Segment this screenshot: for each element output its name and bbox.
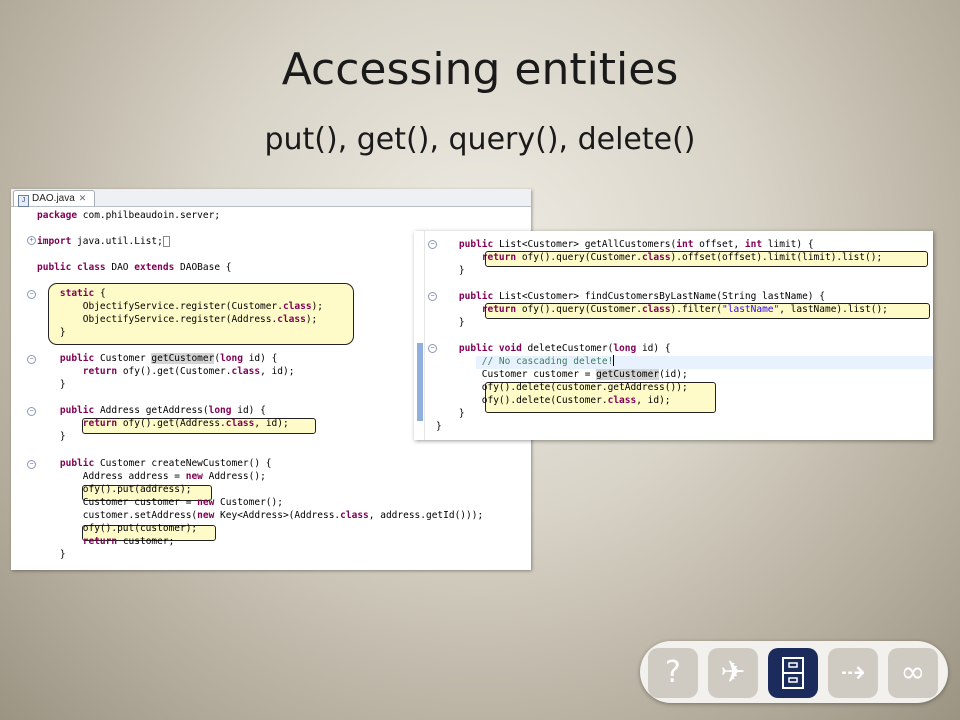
fold-marker-get-address[interactable]: − — [27, 407, 36, 416]
plane-icon: ✈ — [720, 655, 746, 690]
fold-marker-create-customer[interactable]: − — [27, 460, 36, 469]
code-line: customer.setAddress(new Key<Address>(Add… — [37, 510, 484, 521]
code-line: ofy().delete(customer.getAddress()); — [436, 382, 688, 393]
code-line: ofy().put(customer); — [37, 523, 198, 534]
code-line: } — [37, 431, 66, 442]
code-line: public class DAO extends DAOBase { — [37, 262, 232, 273]
code-editor-secondary: − − − public List<Customer> getAllCustom… — [414, 231, 933, 440]
code-line: Customer customer = getCustomer(id); — [436, 369, 688, 380]
slide-subtitle: put(), get(), query(), delete() — [264, 122, 696, 157]
code-line: ofy().delete(Customer.class, id); — [436, 395, 671, 406]
file-cabinet-icon — [782, 657, 804, 689]
code-line: // No cascading delete! — [481, 355, 615, 367]
code-line: } — [436, 408, 465, 419]
text-cursor — [613, 355, 615, 366]
slide-title: Accessing entities — [281, 44, 679, 95]
glasses-button[interactable]: ∞ — [888, 648, 938, 698]
code-line: public void deleteCustomer(long id) { — [458, 343, 671, 354]
code-line: } — [436, 265, 465, 276]
tab-label: DAO.java — [32, 193, 75, 204]
code-line: return ofy().get(Customer.class, id); — [82, 366, 295, 377]
code-line: } — [436, 317, 465, 328]
cabinet-button[interactable] — [768, 648, 818, 698]
code-line: public Customer createNewCustomer() { — [59, 458, 272, 469]
slide-navigation-bar: ? ✈ ⇢ ∞ — [640, 641, 948, 703]
code-line: return ofy().query(Customer.class).offse… — [481, 252, 883, 263]
change-marker-bar — [417, 343, 423, 421]
code-line: ObjectifyService.register(Address.class)… — [37, 314, 318, 325]
java-file-icon: J — [18, 195, 29, 207]
plane-button[interactable]: ✈ — [708, 648, 758, 698]
code-line: } — [37, 379, 66, 390]
code-line: } — [37, 549, 66, 560]
code-line: } — [436, 421, 442, 432]
code-line: public List<Customer> getAllCustomers(in… — [458, 239, 814, 250]
help-icon: ? — [665, 655, 681, 690]
code-line: return customer; — [82, 536, 175, 547]
code-line: ofy().put(address); — [37, 484, 192, 495]
editor-gutter — [11, 207, 25, 570]
code-body: package com.philbeaudoin.server; import … — [37, 207, 483, 560]
code-line: } — [37, 327, 66, 338]
dashed-arrow-icon: ⇢ — [840, 655, 866, 690]
code-line: return ofy().get(Address.class, id); — [82, 418, 289, 429]
glasses-icon: ∞ — [900, 655, 926, 690]
code-body-secondary: public List<Customer> getAllCustomers(in… — [436, 236, 888, 432]
code-line: public Customer getCustomer(long id) { — [59, 353, 278, 364]
code-line: static { — [59, 288, 106, 299]
fold-marker-static[interactable]: − — [27, 290, 36, 299]
code-line: return ofy().query(Customer.class).filte… — [481, 304, 888, 315]
fold-marker-get-customer[interactable]: − — [27, 355, 36, 364]
close-tab-icon[interactable]: ✕ — [79, 193, 87, 203]
code-line: import java.util.List; — [37, 235, 170, 248]
code-line: Customer customer = new Customer(); — [37, 497, 283, 508]
tab-dao-java[interactable]: J DAO.java ✕ — [13, 190, 95, 207]
editor-tab-bar: J DAO.java ✕ — [11, 189, 531, 207]
code-line: public List<Customer> findCustomersByLas… — [458, 291, 825, 302]
code-line: Address address = new Address(); — [37, 471, 266, 482]
code-line: public Address getAddress(long id) { — [59, 405, 266, 416]
help-button[interactable]: ? — [648, 648, 698, 698]
fold-marker-import[interactable]: + — [27, 236, 36, 245]
code-line: package com.philbeaudoin.server; — [37, 210, 221, 221]
code-line: ObjectifyService.register(Customer.class… — [37, 301, 324, 312]
next-arrow-button[interactable]: ⇢ — [828, 648, 878, 698]
